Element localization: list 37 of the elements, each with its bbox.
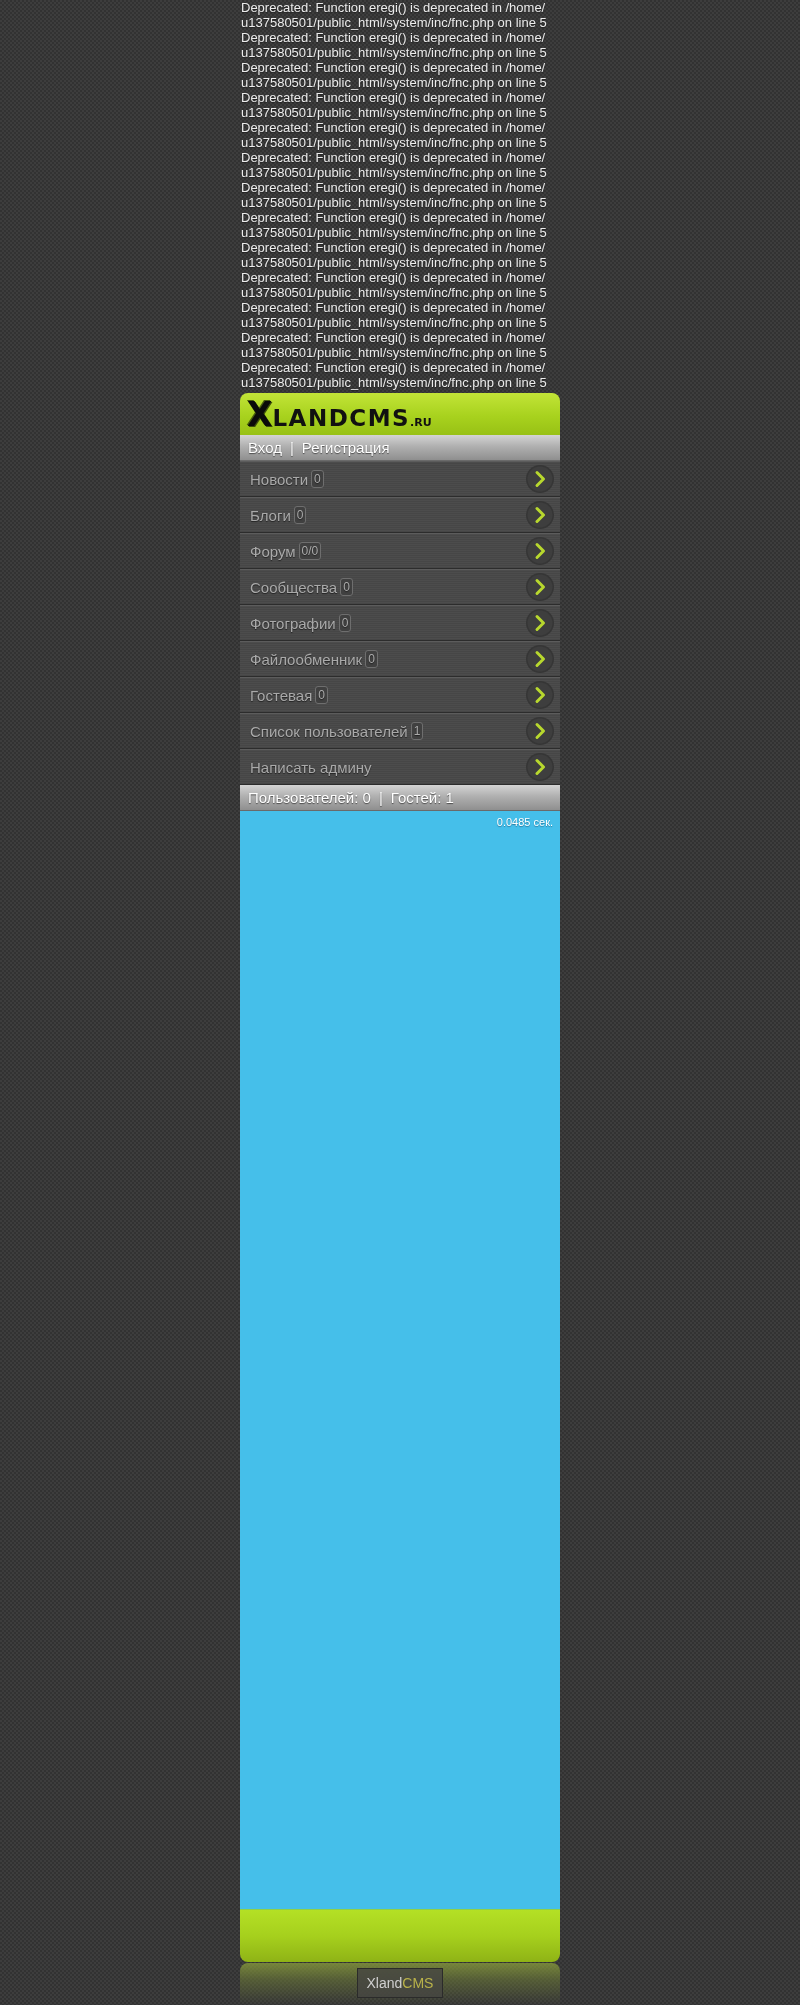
item-counter: 0 bbox=[293, 506, 307, 524]
users-online-count: Пользователей: 0 bbox=[248, 789, 371, 806]
item-counter: 0 bbox=[340, 578, 353, 596]
menu-item[interactable]: Новости 0 bbox=[240, 461, 560, 497]
item-counter: 0 bbox=[365, 650, 378, 668]
link-separator: | bbox=[289, 439, 294, 456]
item-counter: 0 bbox=[315, 686, 328, 704]
chevron-right-icon[interactable] bbox=[526, 465, 554, 493]
menu-item[interactable]: Сообщества 0 bbox=[240, 569, 560, 605]
menu-item[interactable]: Файлообменник 0 bbox=[240, 641, 560, 677]
chevron-right-icon[interactable] bbox=[526, 573, 554, 601]
chevron-right-icon[interactable] bbox=[526, 609, 554, 637]
item-counter: 0 bbox=[338, 614, 352, 632]
item-counter: 0 bbox=[311, 470, 324, 488]
chevron-right-icon[interactable] bbox=[526, 501, 554, 529]
chevron-right-icon[interactable] bbox=[526, 717, 554, 745]
menu-item[interactable]: Написать админу bbox=[240, 749, 560, 785]
item-counter: 0/0 bbox=[298, 542, 322, 560]
login-link[interactable]: Вход bbox=[248, 439, 282, 456]
xlandcms-link[interactable]: XlandCMS bbox=[357, 1968, 443, 1998]
site-logo[interactable]: LANDCMS.RU bbox=[272, 405, 432, 431]
menu-item[interactable]: Форум 0/0 bbox=[240, 533, 560, 569]
menu-item[interactable]: Фотографии 0 bbox=[240, 605, 560, 641]
menu-item[interactable]: Список пользователей 1 bbox=[240, 713, 560, 749]
page-generation-time: 0.0485 сек. bbox=[496, 816, 553, 828]
chevron-right-icon[interactable] bbox=[526, 537, 554, 565]
menu-item[interactable]: Блоги 0 bbox=[240, 497, 560, 533]
stats-separator: | bbox=[378, 789, 383, 806]
menu-item[interactable]: Гостевая 0 bbox=[240, 677, 560, 713]
item-counter: 1 bbox=[410, 722, 424, 740]
chevron-right-icon[interactable] bbox=[526, 681, 554, 709]
chevron-right-icon[interactable] bbox=[526, 645, 554, 673]
chevron-right-icon[interactable] bbox=[526, 753, 554, 781]
deprecation-warning: Deprecated: Function eregi() is deprecated in /home/u137580501/public_html/system/inc/fnc.php on line 5 bbox=[240, 360, 548, 390]
guests-online-count: Гостей: 1 bbox=[390, 789, 454, 806]
register-link[interactable]: Регистрация bbox=[301, 439, 390, 456]
logo-mark[interactable]: X bbox=[247, 395, 273, 434]
